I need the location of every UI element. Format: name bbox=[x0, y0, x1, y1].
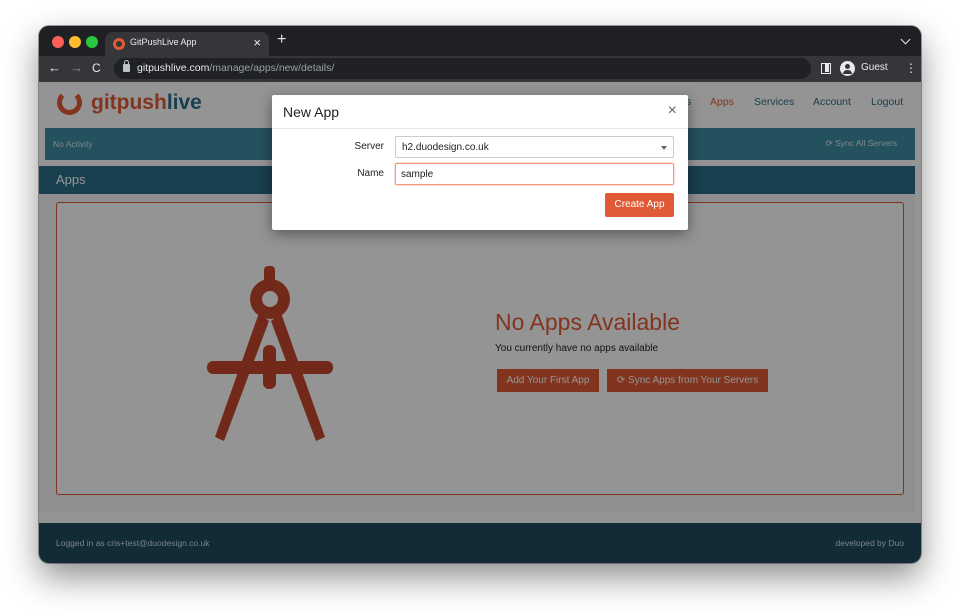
tab-search-chevron-icon[interactable] bbox=[900, 34, 911, 45]
browser-window: GitPushLive App × + ← → C gitpushlive.co… bbox=[39, 26, 921, 563]
address-bar[interactable]: gitpushlive.com/manage/apps/new/details/ bbox=[114, 58, 811, 79]
maximize-window-button[interactable] bbox=[86, 36, 98, 48]
profile-label[interactable]: Guest bbox=[861, 62, 888, 73]
profile-avatar-icon[interactable] bbox=[840, 61, 855, 76]
browser-toolbar: ← → C gitpushlive.com/manage/apps/new/de… bbox=[39, 56, 921, 82]
url-path: /manage/apps/new/details/ bbox=[209, 62, 335, 74]
forward-button[interactable]: → bbox=[70, 59, 83, 77]
name-label: Name bbox=[357, 168, 384, 179]
server-selected-value: h2.duodesign.co.uk bbox=[402, 142, 489, 153]
reload-button[interactable]: C bbox=[92, 59, 101, 77]
minimize-window-button[interactable] bbox=[69, 36, 81, 48]
browser-menu-icon[interactable]: ⋮ bbox=[905, 60, 917, 76]
tab-title: GitPushLive App bbox=[130, 37, 197, 47]
title-bar: GitPushLive App × + bbox=[39, 26, 921, 56]
name-input[interactable] bbox=[395, 163, 674, 185]
server-label: Server bbox=[354, 141, 384, 152]
browser-tab[interactable]: GitPushLive App × bbox=[105, 32, 269, 56]
url-text[interactable]: gitpushlive.com/manage/apps/new/details/ bbox=[137, 62, 334, 74]
modal-close-icon[interactable]: × bbox=[668, 102, 677, 120]
side-panel-icon[interactable] bbox=[821, 63, 831, 74]
modal-title: New App bbox=[283, 104, 340, 120]
modal-header: New App × bbox=[272, 95, 688, 129]
gitpushlive-favicon-icon bbox=[113, 38, 125, 50]
url-host: gitpushlive.com bbox=[137, 62, 210, 74]
new-app-modal: New App × Server h2.duodesign.co.uk Name… bbox=[272, 95, 688, 230]
tab-close-icon[interactable]: × bbox=[253, 35, 261, 51]
close-window-button[interactable] bbox=[52, 36, 64, 48]
lock-icon[interactable] bbox=[123, 60, 130, 72]
chevron-down-icon bbox=[661, 146, 667, 150]
new-tab-button[interactable]: + bbox=[277, 31, 286, 49]
web-page: gitpushlive s Apps Services Account Logo… bbox=[39, 82, 921, 563]
back-button[interactable]: ← bbox=[48, 59, 61, 77]
server-select[interactable]: h2.duodesign.co.uk bbox=[395, 136, 674, 158]
create-app-button[interactable]: Create App bbox=[605, 193, 674, 217]
